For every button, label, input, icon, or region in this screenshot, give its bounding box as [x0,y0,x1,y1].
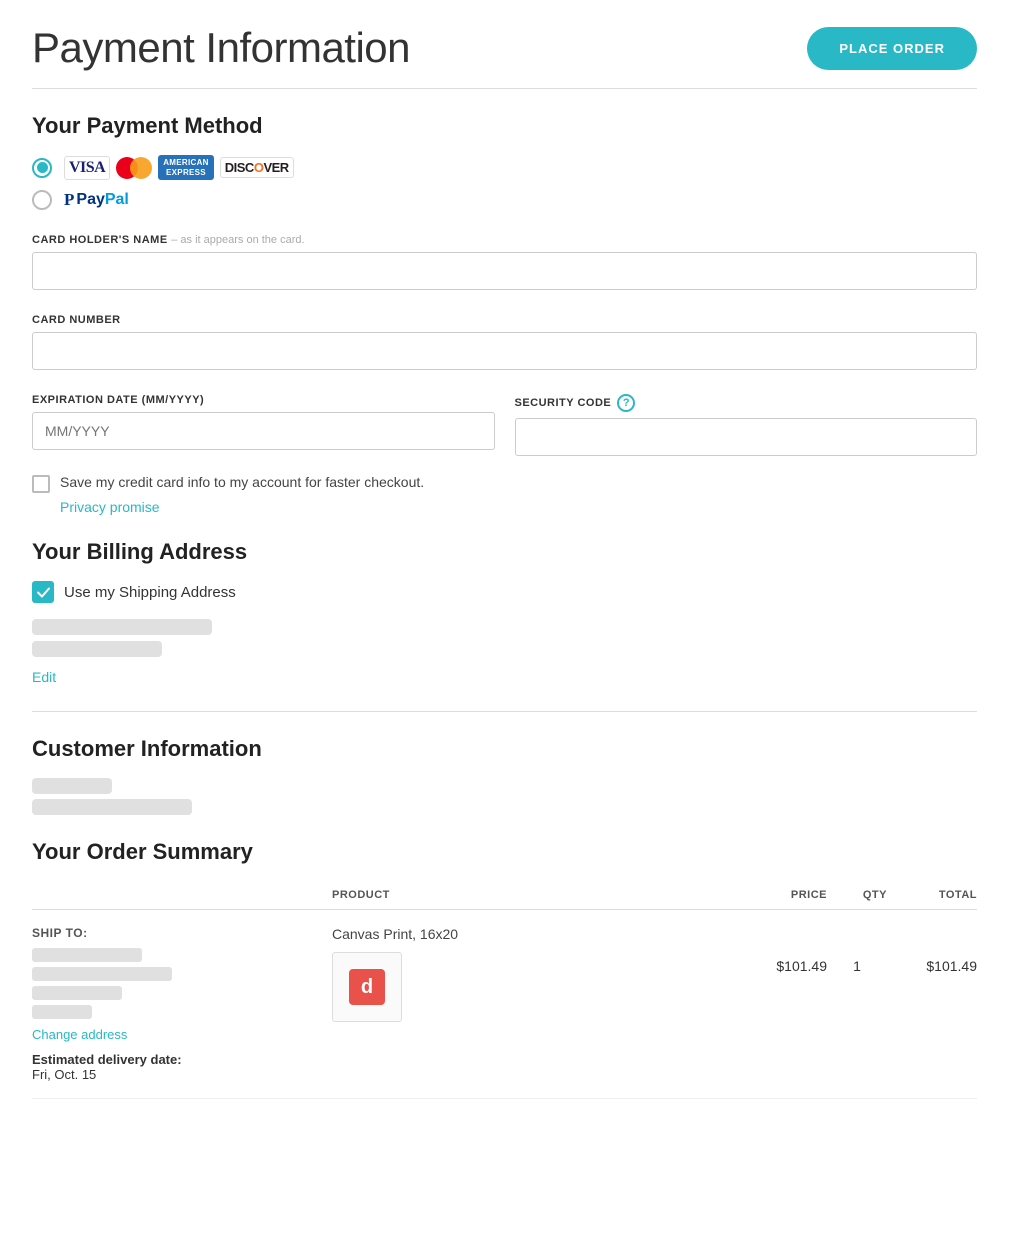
customer-info-blur-2 [32,799,192,815]
card-holder-name-section: CARD HOLDER'S NAME – as it appears on th… [32,234,977,306]
product-col-header: PRODUCT [332,889,747,901]
place-order-button[interactable]: PLACE ORDER [807,27,977,70]
change-address-link[interactable]: Change address [32,1027,332,1042]
mc-circle-right [130,157,152,179]
holder-name-label: CARD HOLDER'S NAME – as it appears on th… [32,234,977,246]
billing-address-title: Your Billing Address [32,539,977,565]
payment-method-section: Your Payment Method VISA AMERICANEXPRESS… [32,113,977,210]
expiry-input[interactable] [32,412,495,450]
security-code-section: SECURITY CODE ? [515,394,978,456]
order-summary-section: Your Order Summary PRODUCT PRICE QTY TOT… [32,839,977,1099]
edit-billing-link[interactable]: Edit [32,669,56,685]
order-table-header: PRODUCT PRICE QTY TOTAL [32,881,977,910]
order-summary-title: Your Order Summary [32,839,977,865]
order-row: SHIP TO: Change address Estimated delive… [32,910,977,1099]
page-title: Payment Information [32,24,410,72]
customer-info-section: Customer Information [32,736,977,815]
save-card-section: Save my credit card info to my account f… [32,474,977,515]
paypal-radio[interactable] [32,190,52,210]
ship-addr-blur-1 [32,948,142,962]
expiry-section: EXPIRATION DATE (MM/YYYY) [32,394,495,456]
product-name: Canvas Print, 16x20 [332,926,747,942]
qty-column: 1 [827,926,887,974]
payment-method-title: Your Payment Method [32,113,977,139]
total-column: $101.49 [887,926,977,974]
delivery-date-label: Estimated delivery date: [32,1052,332,1067]
ship-to-col-header [32,889,332,901]
ship-to-label: SHIP TO: [32,926,332,940]
security-label-row: SECURITY CODE ? [515,394,978,412]
total-col-header: TOTAL [887,889,977,901]
address-line-2-blur [32,641,162,657]
address-line-1-blur [32,619,212,635]
customer-info-blurred [32,778,977,815]
paypal-text: PayPal [76,191,128,209]
customer-info-title: Customer Information [32,736,977,762]
ship-addr-blur-2 [32,967,172,981]
security-code-label: SECURITY CODE [515,397,612,409]
price-column: $101.49 [747,926,827,974]
discover-logo: DISCOVER [220,157,294,178]
mastercard-logo [116,157,152,179]
security-info-icon[interactable]: ? [617,394,635,412]
expiry-security-row: EXPIRATION DATE (MM/YYYY) SECURITY CODE … [32,394,977,456]
paypal-option[interactable]: P PayPal [32,190,977,210]
use-shipping-label: Use my Shipping Address [64,584,236,601]
ship-addr-blur-4 [32,1005,92,1019]
use-shipping-checkbox[interactable] [32,581,54,603]
credit-card-option[interactable]: VISA AMERICANEXPRESS DISCOVER [32,155,977,180]
card-logos: VISA AMERICANEXPRESS DISCOVER [64,155,294,180]
billing-address-section: Your Billing Address Use my Shipping Add… [32,539,977,687]
save-card-text: Save my credit card info to my account f… [60,474,424,490]
qty-col-header: QTY [827,889,887,901]
expiry-label: EXPIRATION DATE (MM/YYYY) [32,394,495,406]
product-column: Canvas Print, 16x20 d [332,926,747,1022]
delivery-date-value: Fri, Oct. 15 [32,1067,332,1082]
divider-1 [32,711,977,712]
credit-card-radio[interactable] [32,158,52,178]
security-code-input[interactable] [515,418,978,456]
product-thumb-icon: d [349,969,385,1005]
checkmark-icon [37,586,50,599]
visa-logo: VISA [64,156,110,180]
product-thumbnail: d [332,952,402,1022]
price-col-header: PRICE [747,889,827,901]
ship-to-column: SHIP TO: Change address Estimated delive… [32,926,332,1082]
card-number-label: CARD NUMBER [32,314,977,326]
holder-name-input[interactable] [32,252,977,290]
card-number-section: CARD NUMBER [32,314,977,386]
ship-addr-blur-3 [32,986,122,1000]
holder-name-note: – as it appears on the card. [171,234,304,246]
card-number-input[interactable] [32,332,977,370]
use-shipping-row[interactable]: Use my Shipping Address [32,581,977,603]
paypal-logo: P PayPal [64,190,129,210]
amex-logo: AMERICANEXPRESS [158,155,214,180]
privacy-link[interactable]: Privacy promise [60,499,977,515]
save-card-row: Save my credit card info to my account f… [32,474,977,493]
billing-address-display [32,619,977,657]
customer-info-blur-1 [32,778,112,794]
save-card-checkbox[interactable] [32,475,50,493]
paypal-icon: P [64,190,74,210]
page-header: Payment Information PLACE ORDER [32,24,977,89]
